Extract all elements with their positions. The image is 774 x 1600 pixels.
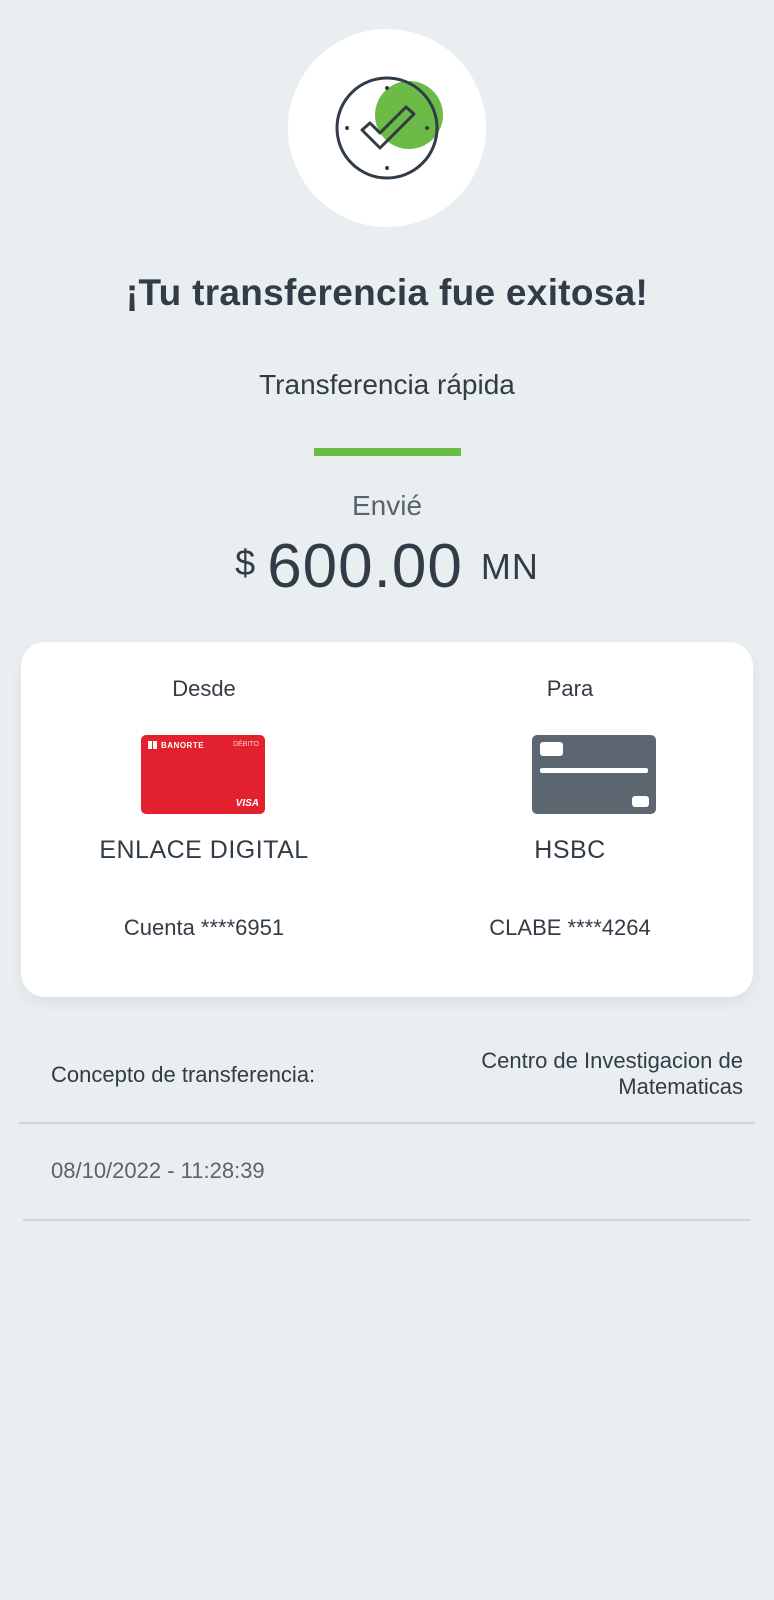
success-title: ¡Tu transferencia fue exitosa! [125,272,649,313]
from-label: Desde [172,676,236,701]
card-mark [632,796,649,807]
currency-unit: MN [480,546,539,587]
to-account: CLABE ****4264 [489,915,651,940]
amount-value: 600.00 [267,532,463,601]
success-badge [288,29,486,227]
card-network: VISA [235,798,259,809]
amount-display: $600.00 MN [0,531,774,602]
to-label: Para [546,676,594,701]
destination-card-icon [532,735,656,814]
card-type: DÉBITO [233,741,259,748]
source-card-icon: BANORTE DÉBITO VISA [141,735,265,814]
accounts-card: Desde BANORTE DÉBITO VISA ENLACE DIGITAL… [21,642,753,997]
concept-value-line2: Matematicas [618,1074,743,1099]
to-bank-name: HSBC [534,836,606,864]
date-row: 08/10/2022 - 11:28:39 [23,1124,751,1221]
concept-value: Centro de Investigacion de Matematicas [403,1048,743,1100]
card-chip [540,742,563,756]
transfer-type: Transferencia rápida [259,369,515,400]
to-column: Para HSBC CLABE ****4264 [387,642,753,997]
from-bank-name: ENLACE DIGITAL [99,836,309,864]
currency-symbol: $ [235,542,256,583]
accent-divider [314,448,461,456]
card-brand: BANORTE [161,741,205,750]
check-circle-icon [335,76,443,180]
transfer-datetime: 08/10/2022 - 11:28:39 [51,1158,265,1183]
from-account: Cuenta ****6951 [123,915,285,940]
concept-label: Concepto de transferencia: [51,1062,316,1087]
concept-value-line1: Centro de Investigacion de [481,1048,743,1073]
card-stripe [540,768,648,773]
from-column: Desde BANORTE DÉBITO VISA ENLACE DIGITAL… [21,642,387,997]
sent-label: Envié [351,490,423,521]
banorte-logo-icon [148,741,157,749]
concept-row: Concepto de transferencia: Centro de Inv… [19,1030,755,1124]
